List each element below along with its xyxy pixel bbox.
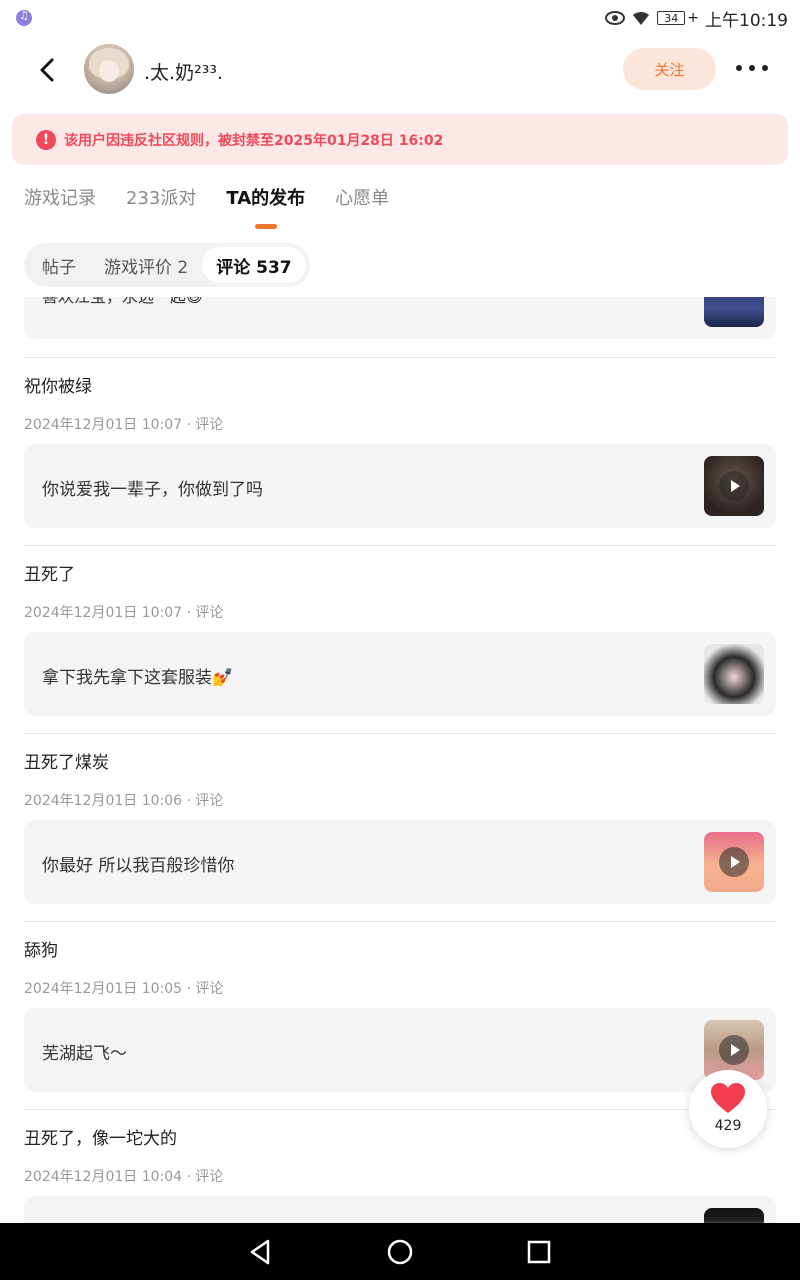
subtab-comments[interactable]: 评论 537 <box>202 247 306 283</box>
comment-meta: 2024年12月01日 10:06 · 评论 <box>24 793 224 809</box>
music-app-icon <box>16 9 32 26</box>
comment-title: 丑死了煤炭 <box>24 753 109 773</box>
more-options-button[interactable] <box>736 56 768 80</box>
tab-ta-posts-label: TA的发布 <box>226 188 306 209</box>
list-item[interactable]: 丑死了 2024年12月01日 10:07 · 评论 拿下我先拿下这套服装💅 <box>0 546 800 734</box>
chevron-left-icon <box>40 58 54 82</box>
comment-feed[interactable]: 喜欢江宝，永远一起😆 祝你被绿 2024年12月01日 10:07 · 评论 你… <box>0 297 800 1223</box>
circle-home-icon <box>387 1239 413 1265</box>
list-item[interactable]: 丑死了，像一坨大的 2024年12月01日 10:04 · 评论 <box>0 1110 800 1223</box>
main-tabs: 游戏记录 233派对 TA的发布 心愿单 <box>24 184 389 234</box>
more-dot-icon <box>762 65 768 71</box>
wifi-icon <box>633 11 650 25</box>
comment-meta: 2024年12月01日 10:05 · 评论 <box>24 981 224 997</box>
video-thumbnail[interactable] <box>704 1208 764 1223</box>
system-nav-bar <box>0 1223 800 1280</box>
tab-game-records[interactable]: 游戏记录 <box>24 184 96 214</box>
comment-card-text: 拿下我先拿下这套服装💅 <box>42 668 234 688</box>
follow-button[interactable]: 关注 <box>623 48 716 90</box>
eye-comfort-icon <box>605 11 626 25</box>
alert-icon: ! <box>36 129 56 150</box>
avatar[interactable] <box>84 44 134 94</box>
comment-card[interactable]: 你最好 所以我百般珍惜你 <box>24 820 776 904</box>
comment-card[interactable]: 拿下我先拿下这套服装💅 <box>24 632 776 716</box>
comment-title: 舔狗 <box>24 941 58 961</box>
tab-wishlist[interactable]: 心愿单 <box>335 184 389 214</box>
comment-meta: 2024年12月01日 10:04 · 评论 <box>24 1169 224 1185</box>
heart-icon <box>710 1082 746 1114</box>
list-item[interactable]: 祝你被绿 2024年12月01日 10:07 · 评论 你说爱我一辈子，你做到了… <box>0 358 800 546</box>
video-thumbnail[interactable] <box>704 832 764 892</box>
ban-notice-text: 该用户因违反社区规则，被封禁至2025年01月28日 16:02 <box>64 132 444 149</box>
tab-ta-posts[interactable]: TA的发布 <box>226 184 306 229</box>
nav-recents-button[interactable] <box>524 1237 554 1267</box>
play-icon <box>719 471 749 501</box>
status-indicators: 34 + 上午10:19 <box>605 6 788 31</box>
comment-card-text: 喜欢江宝，永远一起😆 <box>42 297 203 307</box>
play-icon <box>719 1035 749 1065</box>
comment-card[interactable]: 你说爱我一辈子，你做到了吗 <box>24 444 776 528</box>
comment-card-text: 芜湖起飞～ <box>42 1044 127 1064</box>
profile-header: .太.奶²³³. 关注 <box>0 40 800 100</box>
ban-notice-banner: ! 该用户因违反社区规则，被封禁至2025年01月28日 16:02 <box>12 114 788 165</box>
more-dot-icon <box>749 65 755 71</box>
triangle-back-icon <box>250 1239 270 1265</box>
subtab-game-reviews[interactable]: 游戏评价 2 <box>90 247 202 283</box>
subtab-posts[interactable]: 帖子 <box>28 247 90 283</box>
nav-home-button[interactable] <box>385 1237 415 1267</box>
comment-title: 丑死了，像一坨大的 <box>24 1129 177 1149</box>
comment-title: 丑死了 <box>24 565 75 585</box>
comment-card-text: 你说爱我一辈子，你做到了吗 <box>42 480 263 500</box>
comment-title: 祝你被绿 <box>24 377 92 397</box>
nav-back-button[interactable] <box>246 1237 276 1267</box>
comment-meta: 2024年12月01日 10:07 · 评论 <box>24 605 224 621</box>
status-time: 上午10:19 <box>705 10 788 31</box>
play-icon <box>719 847 749 877</box>
active-tab-indicator <box>254 224 277 229</box>
like-floating-button[interactable]: 429 <box>689 1070 767 1148</box>
list-item[interactable]: 丑死了煤炭 2024年12月01日 10:06 · 评论 你最好 所以我百般珍惜… <box>0 734 800 922</box>
video-thumbnail[interactable] <box>704 297 764 327</box>
comment-card[interactable]: 喜欢江宝，永远一起😆 <box>24 297 776 339</box>
user-name: .太.奶²³³. <box>144 62 223 84</box>
tab-233-party[interactable]: 233派对 <box>126 184 196 214</box>
charging-icon: + <box>687 10 699 26</box>
sub-tabs: 帖子 游戏评价 2 评论 537 <box>24 243 310 287</box>
back-button[interactable] <box>30 52 66 88</box>
like-count: 429 <box>714 1118 742 1134</box>
status-bar: 34 + 上午10:19 <box>0 0 800 36</box>
square-recents-icon <box>527 1240 551 1264</box>
more-dot-icon <box>736 65 742 71</box>
comment-card-text: 你最好 所以我百般珍惜你 <box>42 856 235 876</box>
comment-meta: 2024年12月01日 10:07 · 评论 <box>24 417 224 433</box>
list-item[interactable]: 舔狗 2024年12月01日 10:05 · 评论 芜湖起飞～ <box>0 922 800 1110</box>
video-thumbnail[interactable] <box>704 456 764 516</box>
comment-card[interactable]: 芜湖起飞～ <box>24 1008 776 1092</box>
avatar-thumbnail[interactable] <box>704 644 764 704</box>
battery-icon: 34 <box>657 11 686 25</box>
comment-card[interactable] <box>24 1196 776 1223</box>
